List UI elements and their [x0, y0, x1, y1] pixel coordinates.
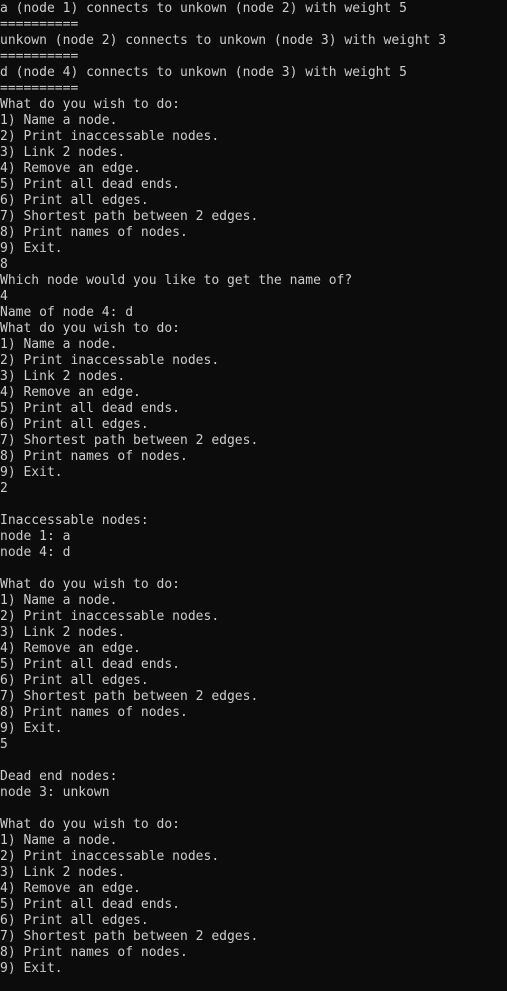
console-line: node 3: unkown [0, 785, 110, 800]
console-line: 4) Remove an edge. [0, 161, 141, 176]
console-line: 2) Print inaccessable nodes. [0, 609, 220, 624]
console-line: 9) Exit. [0, 465, 63, 480]
console-line: What do you wish to do: [0, 817, 181, 832]
console-line: 5) Print all dead ends. [0, 177, 181, 192]
console-line: Which node would you like to get the nam… [0, 273, 353, 288]
console-line: 6) Print all edges. [0, 417, 149, 432]
console-line: 3) Link 2 nodes. [0, 145, 126, 160]
console-line: 6) Print all edges. [0, 673, 149, 688]
console-line: node 4: d [0, 545, 71, 560]
console-line: 2) Print inaccessable nodes. [0, 129, 220, 144]
console-line: Name of node 4: d [0, 305, 134, 320]
console-line: 2 [0, 481, 8, 496]
console-line: ========== [0, 17, 79, 32]
console-line: 8) Print names of nodes. [0, 705, 188, 720]
console-line: 9) Exit. [0, 961, 63, 976]
console-line: node 1: a [0, 529, 71, 544]
console-line: 7) Shortest path between 2 edges. [0, 433, 259, 448]
console-line: ========== [0, 81, 79, 96]
console-line: unkown (node 2) connects to unkown (node… [0, 33, 447, 48]
console-line: ========== [0, 49, 79, 64]
console-line: 1) Name a node. [0, 113, 118, 128]
console-line: 9) Exit. [0, 721, 63, 736]
console-line: 4) Remove an edge. [0, 881, 141, 896]
console-line: 9) Exit. [0, 241, 63, 256]
console-line: 3) Link 2 nodes. [0, 865, 126, 880]
console-line: 4) Remove an edge. [0, 385, 141, 400]
console-line: 7) Shortest path between 2 edges. [0, 929, 259, 944]
console-line: 8) Print names of nodes. [0, 945, 188, 960]
console-line: What do you wish to do: [0, 577, 181, 592]
console-line: 2) Print inaccessable nodes. [0, 353, 220, 368]
console-line: 1) Name a node. [0, 593, 118, 608]
console-line: 7) Shortest path between 2 edges. [0, 209, 259, 224]
console-line: 2) Print inaccessable nodes. [0, 849, 220, 864]
console-line: 1) Name a node. [0, 337, 118, 352]
console-line: 4 [0, 289, 8, 304]
console-line: 8) Print names of nodes. [0, 225, 188, 240]
console-line: 6) Print all edges. [0, 193, 149, 208]
console-line: 4) Remove an edge. [0, 641, 141, 656]
console-line: Inaccessable nodes: [0, 513, 149, 528]
console-line: 8) Print names of nodes. [0, 449, 188, 464]
console-line: 8 [0, 257, 8, 272]
console-line: d (node 4) connects to unkown (node 3) w… [0, 65, 407, 80]
console-output[interactable]: a (node 1) connects to unkown (node 2) w… [0, 0, 507, 991]
console-line: 5) Print all dead ends. [0, 657, 181, 672]
console-line: 7) Shortest path between 2 edges. [0, 689, 259, 704]
console-line: 1) Name a node. [0, 833, 118, 848]
console-line: 6) Print all edges. [0, 913, 149, 928]
console-line: 5) Print all dead ends. [0, 897, 181, 912]
console-line: a (node 1) connects to unkown (node 2) w… [0, 1, 407, 16]
console-line: What do you wish to do: [0, 321, 181, 336]
console-line: 5) Print all dead ends. [0, 401, 181, 416]
console-line: 3) Link 2 nodes. [0, 625, 126, 640]
console-line: 3) Link 2 nodes. [0, 369, 126, 384]
console-line: What do you wish to do: [0, 97, 181, 112]
console-line: 5 [0, 737, 8, 752]
console-line: Dead end nodes: [0, 769, 118, 784]
